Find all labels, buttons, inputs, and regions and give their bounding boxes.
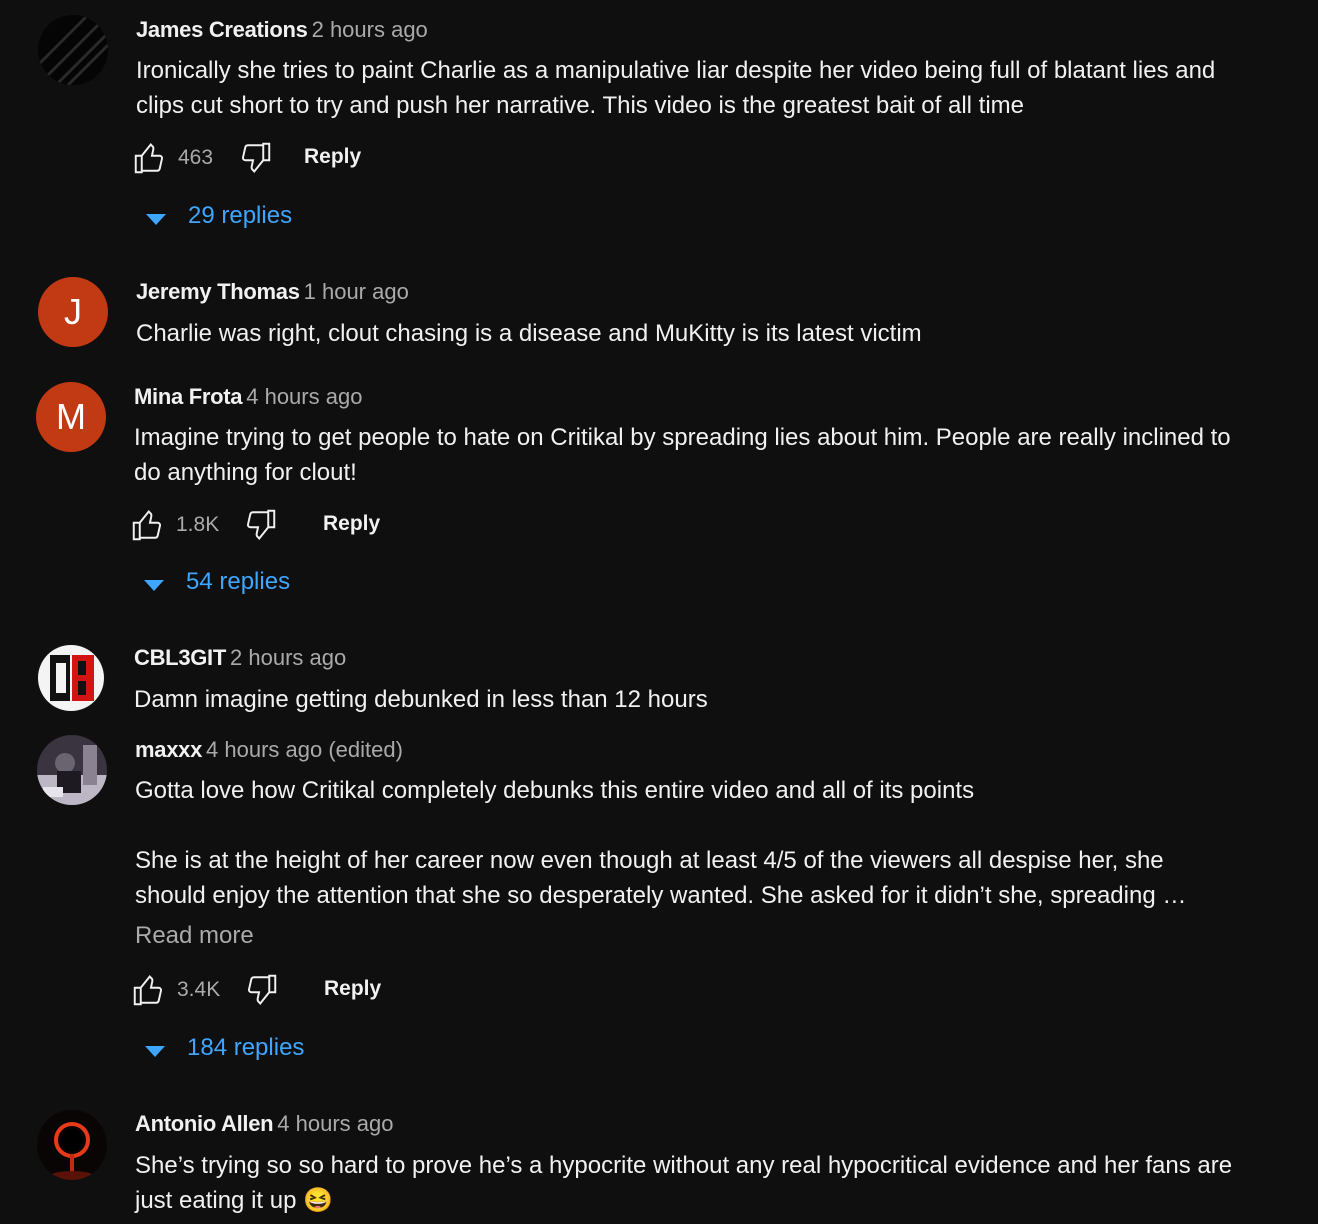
avatar[interactable] bbox=[36, 643, 106, 713]
view-replies-button[interactable]: 29 replies bbox=[146, 202, 346, 238]
expand-triangle-icon bbox=[145, 1046, 165, 1057]
comment-text: She’s trying so so hard to prove he’s a … bbox=[135, 1152, 1233, 1214]
replies-count: 29 replies bbox=[188, 202, 293, 229]
comment-text: Charlie was right, clout chasing is a di… bbox=[136, 320, 922, 347]
author-name[interactable]: maxxx bbox=[135, 737, 202, 762]
timestamp[interactable]: 4 hours ago (edited) bbox=[206, 737, 403, 762]
author-name[interactable]: James Creations bbox=[136, 17, 308, 42]
view-replies-button[interactable]: 54 replies bbox=[144, 568, 344, 604]
avatar[interactable]: J bbox=[38, 277, 108, 347]
timestamp[interactable]: 2 hours ago bbox=[230, 645, 346, 670]
avatar-letter: J bbox=[64, 291, 82, 332]
comment-actions: 463 Reply bbox=[132, 140, 392, 180]
timestamp[interactable]: 2 hours ago bbox=[312, 17, 428, 42]
replies-count: 54 replies bbox=[186, 568, 291, 595]
thumbs-up-icon[interactable] bbox=[131, 972, 167, 1008]
avatar[interactable]: M bbox=[36, 382, 106, 452]
replies-count: 184 replies bbox=[187, 1034, 305, 1061]
timestamp[interactable]: 1 hour ago bbox=[304, 279, 409, 304]
view-replies-button[interactable]: 184 replies bbox=[145, 1034, 345, 1070]
expand-triangle-icon bbox=[144, 580, 164, 591]
like-count: 3.4K bbox=[177, 978, 221, 1001]
reply-button[interactable]: Reply bbox=[323, 512, 380, 536]
avatar-letter: M bbox=[56, 396, 86, 437]
avatar[interactable] bbox=[38, 15, 108, 85]
thumbs-down-icon[interactable] bbox=[243, 972, 279, 1008]
thumbs-down-icon[interactable] bbox=[237, 140, 273, 176]
reply-button[interactable]: Reply bbox=[304, 145, 361, 169]
comment-text-paragraph-1: Gotta love how Critikal completely debun… bbox=[135, 777, 975, 804]
thumbs-up-icon[interactable] bbox=[132, 140, 168, 176]
author-name[interactable]: Antonio Allen bbox=[135, 1111, 274, 1136]
comment-actions: 1.8K Reply bbox=[130, 507, 410, 547]
thumbs-down-icon[interactable] bbox=[242, 507, 278, 543]
author-name[interactable]: CBL3GIT bbox=[134, 645, 226, 670]
like-count: 463 bbox=[178, 146, 214, 169]
comment-text: Imagine trying to get people to hate on … bbox=[134, 424, 1231, 486]
timestamp[interactable]: 4 hours ago bbox=[246, 384, 362, 409]
comment-text: Damn imagine getting debunked in less th… bbox=[134, 686, 708, 713]
expand-triangle-icon bbox=[146, 214, 166, 225]
author-name[interactable]: Mina Frota bbox=[134, 384, 243, 409]
comment-text-paragraph-2: She is at the height of her career now e… bbox=[135, 847, 1187, 909]
like-count: 1.8K bbox=[176, 513, 220, 536]
thumbs-up-icon[interactable] bbox=[130, 507, 166, 543]
comment-text: Ironically she tries to paint Charlie as… bbox=[136, 57, 1216, 119]
timestamp[interactable]: 4 hours ago bbox=[277, 1111, 393, 1136]
read-more-button[interactable]: Read more bbox=[135, 922, 254, 950]
reply-button[interactable]: Reply bbox=[324, 977, 381, 1001]
comment-actions: 3.4K Reply bbox=[131, 972, 411, 1012]
avatar[interactable] bbox=[37, 1110, 107, 1180]
author-name[interactable]: Jeremy Thomas bbox=[136, 279, 300, 304]
avatar[interactable] bbox=[37, 735, 107, 805]
